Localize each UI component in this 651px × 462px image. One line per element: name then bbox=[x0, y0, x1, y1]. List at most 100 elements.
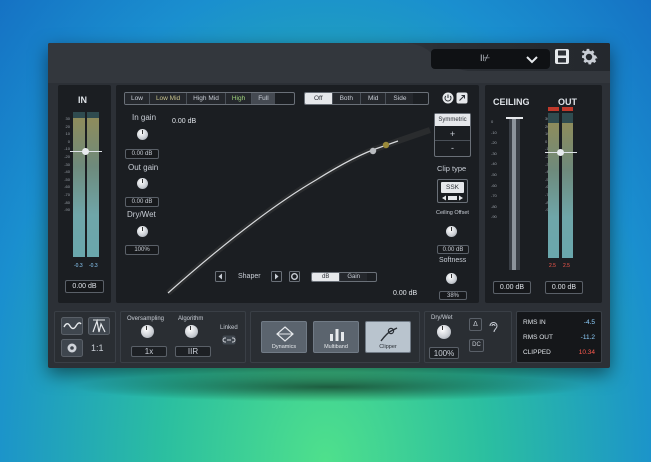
clip-type-arrows-icon[interactable] bbox=[441, 195, 464, 201]
oversampling-value[interactable]: 1x bbox=[131, 346, 167, 357]
scale-tick: -80 bbox=[64, 199, 70, 205]
scale-tick: 20 bbox=[65, 123, 70, 129]
shaper-prev-icon[interactable] bbox=[215, 271, 226, 282]
expand-icon[interactable] bbox=[456, 92, 468, 104]
rms-out-label: RMS OUT bbox=[523, 334, 553, 341]
output-label: OUT bbox=[558, 97, 577, 107]
shaper-settings-icon[interactable] bbox=[289, 271, 300, 282]
tab-full[interactable]: Full bbox=[252, 93, 275, 104]
waveform-view-icon[interactable] bbox=[61, 317, 83, 335]
mix-drywet-label: Dry/Wet bbox=[431, 315, 453, 321]
power-icon[interactable] bbox=[442, 92, 454, 104]
scale-tick: -70 bbox=[64, 191, 70, 197]
softness-knob[interactable] bbox=[446, 273, 457, 284]
tab-mid[interactable]: Mid bbox=[360, 93, 387, 104]
mode-multiband-button[interactable]: Multiband bbox=[313, 321, 359, 353]
mode-dynamics-button[interactable]: Dynamics bbox=[261, 321, 307, 353]
mode-panel: Dynamics Multiband Clipper bbox=[250, 311, 420, 363]
mode-clipper-label: Clipper bbox=[379, 344, 397, 350]
output-meter-right-fill bbox=[562, 123, 573, 258]
input-meter-panel: IN 30 20 10 0 -10 -20 -30 -40 -50 -60 -70 -80 -90 -0… bbox=[58, 85, 111, 303]
ceiling-handle[interactable] bbox=[506, 117, 523, 119]
clipped-label: CLIPPED bbox=[523, 349, 551, 356]
input-meter-left-fill bbox=[73, 118, 85, 257]
transfer-curve-graph[interactable] bbox=[166, 125, 431, 295]
algorithm-value[interactable]: IIR bbox=[175, 346, 211, 357]
spectrum-view-icon[interactable] bbox=[88, 317, 110, 335]
view-ratio[interactable]: 1:1 bbox=[91, 343, 104, 353]
scale-tick: -40 bbox=[64, 169, 70, 175]
tab-low[interactable]: Low bbox=[125, 93, 150, 104]
tab-gain[interactable]: Gain bbox=[340, 273, 368, 281]
save-icon[interactable] bbox=[554, 48, 570, 65]
plugin-window: I⊬ IN 30 20 10 0 -10 -20 -30 -40 -50 -60 -70 -80 -90… bbox=[48, 43, 610, 368]
output-value[interactable]: 0.00 dB bbox=[545, 281, 583, 294]
oversampling-knob[interactable] bbox=[141, 325, 154, 338]
input-gain-value[interactable]: 0.00 dB bbox=[65, 280, 104, 293]
view-panel: 1:1 bbox=[54, 311, 116, 363]
mix-drywet-knob[interactable] bbox=[437, 325, 451, 339]
input-meter-right-fill bbox=[87, 118, 99, 257]
input-gain-handle[interactable] bbox=[82, 148, 89, 155]
scale-tick: -20 bbox=[64, 153, 70, 159]
output-clip-right bbox=[562, 107, 573, 111]
ceiling-meter-fill bbox=[512, 118, 516, 270]
top-bar: I⊬ bbox=[48, 43, 610, 83]
scale-tick: 30 bbox=[65, 116, 70, 121]
in-gain-value[interactable]: 0.00 dB bbox=[125, 149, 159, 159]
scale-tick: -50 bbox=[64, 176, 70, 182]
scale-tick: -90 bbox=[64, 207, 70, 213]
in-gain-knob[interactable] bbox=[137, 129, 148, 140]
ceiling-offset-value[interactable]: 0.00 dB bbox=[437, 245, 469, 254]
softness-value[interactable]: 38% bbox=[439, 291, 467, 300]
link-icon[interactable] bbox=[222, 335, 236, 345]
symmetric-toggle[interactable]: Symmetric bbox=[435, 114, 470, 126]
mode-clipper-button[interactable]: Clipper bbox=[365, 321, 411, 353]
scale-tick: -90 bbox=[491, 214, 497, 220]
scale-tick: -80 bbox=[491, 203, 497, 209]
processing-panel: Oversampling 1x Algorithm IIR Linked bbox=[120, 311, 246, 363]
output-meter-left-fill bbox=[548, 123, 559, 258]
preset-dropdown[interactable]: I⊬ bbox=[431, 49, 550, 69]
clip-plus-button[interactable]: + bbox=[435, 127, 470, 141]
out-gain-value[interactable]: 0.00 dB bbox=[125, 197, 159, 207]
input-peak-right: -0.3 bbox=[89, 263, 98, 269]
shaper-next-icon[interactable] bbox=[271, 271, 282, 282]
clip-minus-button[interactable]: - bbox=[435, 142, 470, 156]
scale-tick: 0 bbox=[491, 119, 494, 124]
dynamics-icon bbox=[276, 326, 294, 342]
settings-icon[interactable] bbox=[61, 339, 83, 357]
delta-button[interactable]: Δ bbox=[469, 318, 482, 331]
tab-off[interactable]: Off bbox=[305, 93, 333, 104]
listen-ear-icon[interactable] bbox=[488, 321, 498, 333]
tab-db[interactable]: dB bbox=[312, 273, 341, 281]
output-gain-handle[interactable] bbox=[557, 149, 564, 156]
tab-high[interactable]: High bbox=[225, 93, 253, 104]
scale-tick: -40 bbox=[491, 161, 497, 167]
dc-button[interactable]: DC bbox=[469, 339, 484, 352]
mode-dynamics-label: Dynamics bbox=[271, 344, 297, 350]
clipped-value: 10.34 bbox=[578, 349, 595, 356]
in-gain-label: In gain bbox=[132, 113, 157, 122]
input-label: IN bbox=[78, 95, 87, 105]
tab-low-mid[interactable]: Low Mid bbox=[149, 93, 188, 104]
ceiling-offset-knob[interactable] bbox=[446, 226, 457, 237]
graph-bottom-value: 0.00 dB bbox=[393, 290, 418, 297]
tab-both[interactable]: Both bbox=[332, 93, 361, 104]
scale-tick: -30 bbox=[491, 150, 497, 156]
algorithm-knob[interactable] bbox=[185, 325, 198, 338]
scale-tick: -60 bbox=[64, 184, 70, 190]
out-gain-knob[interactable] bbox=[137, 178, 148, 189]
settings-gear-icon[interactable] bbox=[578, 46, 600, 68]
ceiling-value[interactable]: 0.00 dB bbox=[493, 281, 531, 294]
drywet-knob[interactable] bbox=[137, 226, 148, 237]
tab-high-mid[interactable]: High Mid bbox=[187, 93, 226, 104]
unit-tabs: dB Gain bbox=[311, 272, 377, 282]
algorithm-label: Algorithm bbox=[178, 316, 204, 322]
mix-drywet-value[interactable]: 100% bbox=[429, 347, 459, 359]
tab-side[interactable]: Side bbox=[386, 93, 414, 104]
drywet-value[interactable]: 100% bbox=[125, 245, 159, 255]
band-tabs: Low Low Mid High Mid High Full bbox=[124, 92, 295, 105]
mode-multiband-label: Multiband bbox=[324, 344, 348, 350]
clip-type-selector[interactable]: SSK bbox=[437, 179, 468, 203]
